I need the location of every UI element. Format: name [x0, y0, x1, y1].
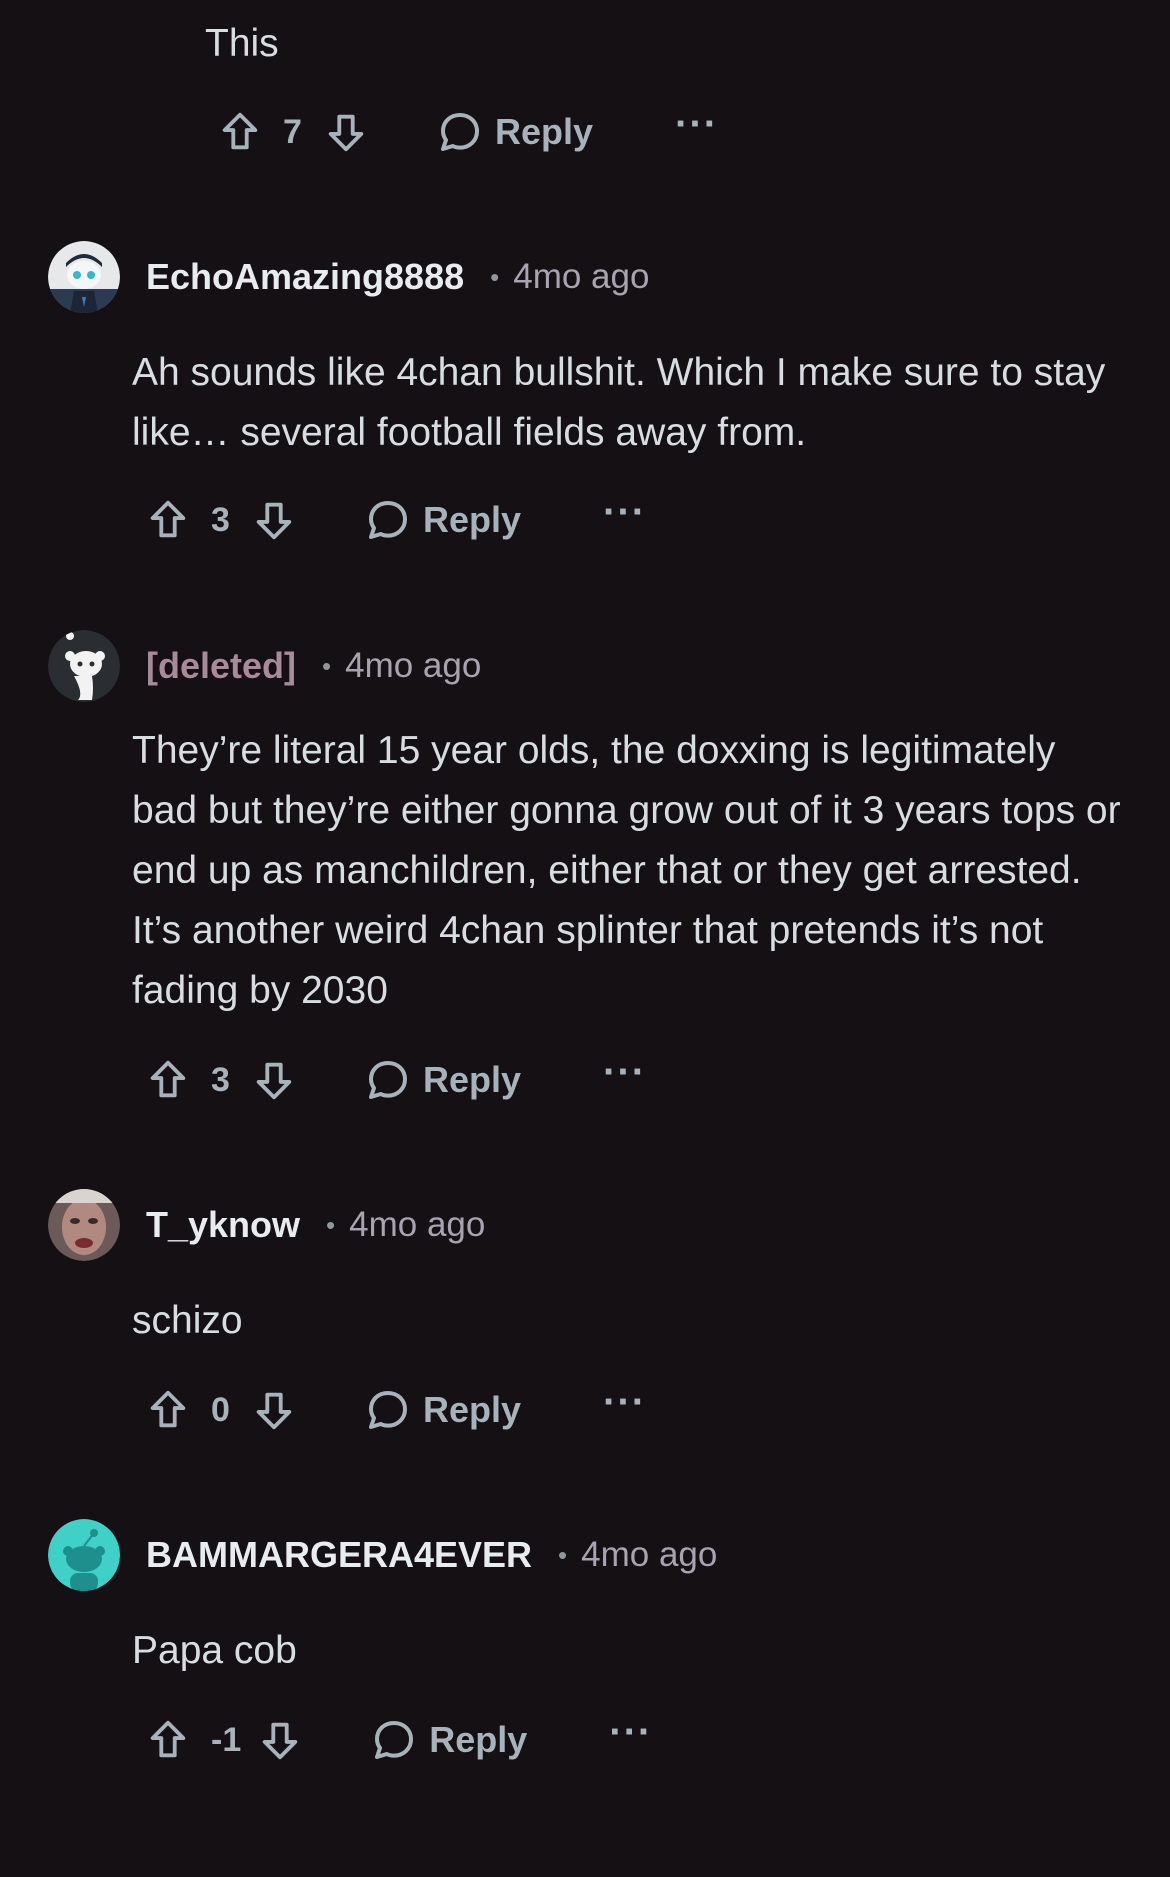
downvote-icon[interactable]	[255, 1715, 305, 1765]
comment-header: EchoAmazing8888 • 4mo ago	[48, 239, 649, 315]
more-options-icon[interactable]: ···	[675, 104, 718, 144]
comment-thread: This 7 Reply ··· EchoAmazing8888 • 4mo a…	[0, 0, 1170, 1877]
comment-body: They’re literal 15 year olds, the doxxin…	[132, 729, 1121, 1012]
vote-score: 0	[211, 1390, 230, 1429]
more-options-icon[interactable]: ···	[603, 1382, 646, 1422]
comment-actions: 7 Reply ···	[215, 100, 718, 164]
reply-button[interactable]: Reply	[369, 1715, 527, 1765]
timestamp: 4mo ago	[349, 1205, 486, 1244]
upvote-icon[interactable]	[143, 1055, 193, 1105]
reply-button[interactable]: Reply	[363, 495, 521, 545]
downvote-icon[interactable]	[321, 107, 371, 157]
comment-body: Ah sounds like 4chan bullshit. Which I m…	[132, 351, 1106, 454]
reply-label: Reply	[423, 1389, 522, 1430]
comment-actions: 3 Reply ···	[143, 1048, 646, 1112]
comment-body: Papa cob	[132, 1629, 297, 1672]
reply-button[interactable]: Reply	[363, 1385, 521, 1435]
reply-icon	[363, 1055, 413, 1105]
avatar[interactable]	[48, 1189, 120, 1261]
avatar[interactable]	[48, 1519, 120, 1591]
more-options-icon[interactable]: ···	[603, 492, 646, 532]
avatar[interactable]	[48, 630, 120, 702]
reply-icon	[363, 495, 413, 545]
separator-dot: •	[326, 1209, 336, 1240]
upvote-icon[interactable]	[215, 107, 265, 157]
comment-actions: 3 Reply ···	[143, 488, 646, 552]
downvote-icon[interactable]	[249, 1055, 299, 1105]
upvote-icon[interactable]	[143, 495, 193, 545]
reply-icon	[369, 1715, 419, 1765]
upvote-icon[interactable]	[143, 1715, 193, 1765]
timestamp: 4mo ago	[345, 646, 482, 685]
comment-header: BAMMARGERA4EVER • 4mo ago	[48, 1517, 717, 1593]
reply-icon	[435, 107, 485, 157]
upvote-icon[interactable]	[143, 1385, 193, 1435]
vote-score: 3	[211, 1060, 230, 1099]
username: [deleted]	[146, 645, 297, 686]
username[interactable]: EchoAmazing8888	[146, 256, 464, 298]
vote-score: 3	[211, 500, 230, 539]
username[interactable]: T_yknow	[146, 1204, 300, 1246]
vote-score: -1	[211, 1720, 242, 1759]
more-options-icon[interactable]: ···	[603, 1052, 646, 1092]
reply-button[interactable]: Reply	[363, 1055, 521, 1105]
timestamp: 4mo ago	[581, 1535, 718, 1574]
downvote-icon[interactable]	[249, 1385, 299, 1435]
username[interactable]: BAMMARGERA4EVER	[146, 1534, 532, 1576]
reply-label: Reply	[423, 499, 522, 540]
reply-label: Reply	[423, 1059, 522, 1100]
vote-score: 7	[283, 112, 302, 151]
comment-header: T_yknow • 4mo ago	[48, 1187, 485, 1263]
separator-dot: •	[558, 1539, 568, 1570]
reply-button[interactable]: Reply	[435, 107, 593, 157]
comment-body: schizo	[132, 1299, 243, 1342]
downvote-icon[interactable]	[249, 495, 299, 545]
separator-dot: •	[322, 650, 332, 681]
more-options-icon[interactable]: ···	[609, 1712, 652, 1752]
comment-actions: -1 Reply ···	[143, 1708, 652, 1772]
reply-icon	[363, 1385, 413, 1435]
comment-body: This	[205, 22, 279, 65]
reply-label: Reply	[495, 111, 594, 152]
separator-dot: •	[490, 261, 500, 292]
reply-label: Reply	[429, 1719, 528, 1760]
comment-header: [deleted] • 4mo ago	[48, 628, 481, 704]
avatar[interactable]	[48, 241, 120, 313]
comment-actions: 0 Reply ···	[143, 1378, 646, 1442]
timestamp: 4mo ago	[513, 257, 650, 296]
